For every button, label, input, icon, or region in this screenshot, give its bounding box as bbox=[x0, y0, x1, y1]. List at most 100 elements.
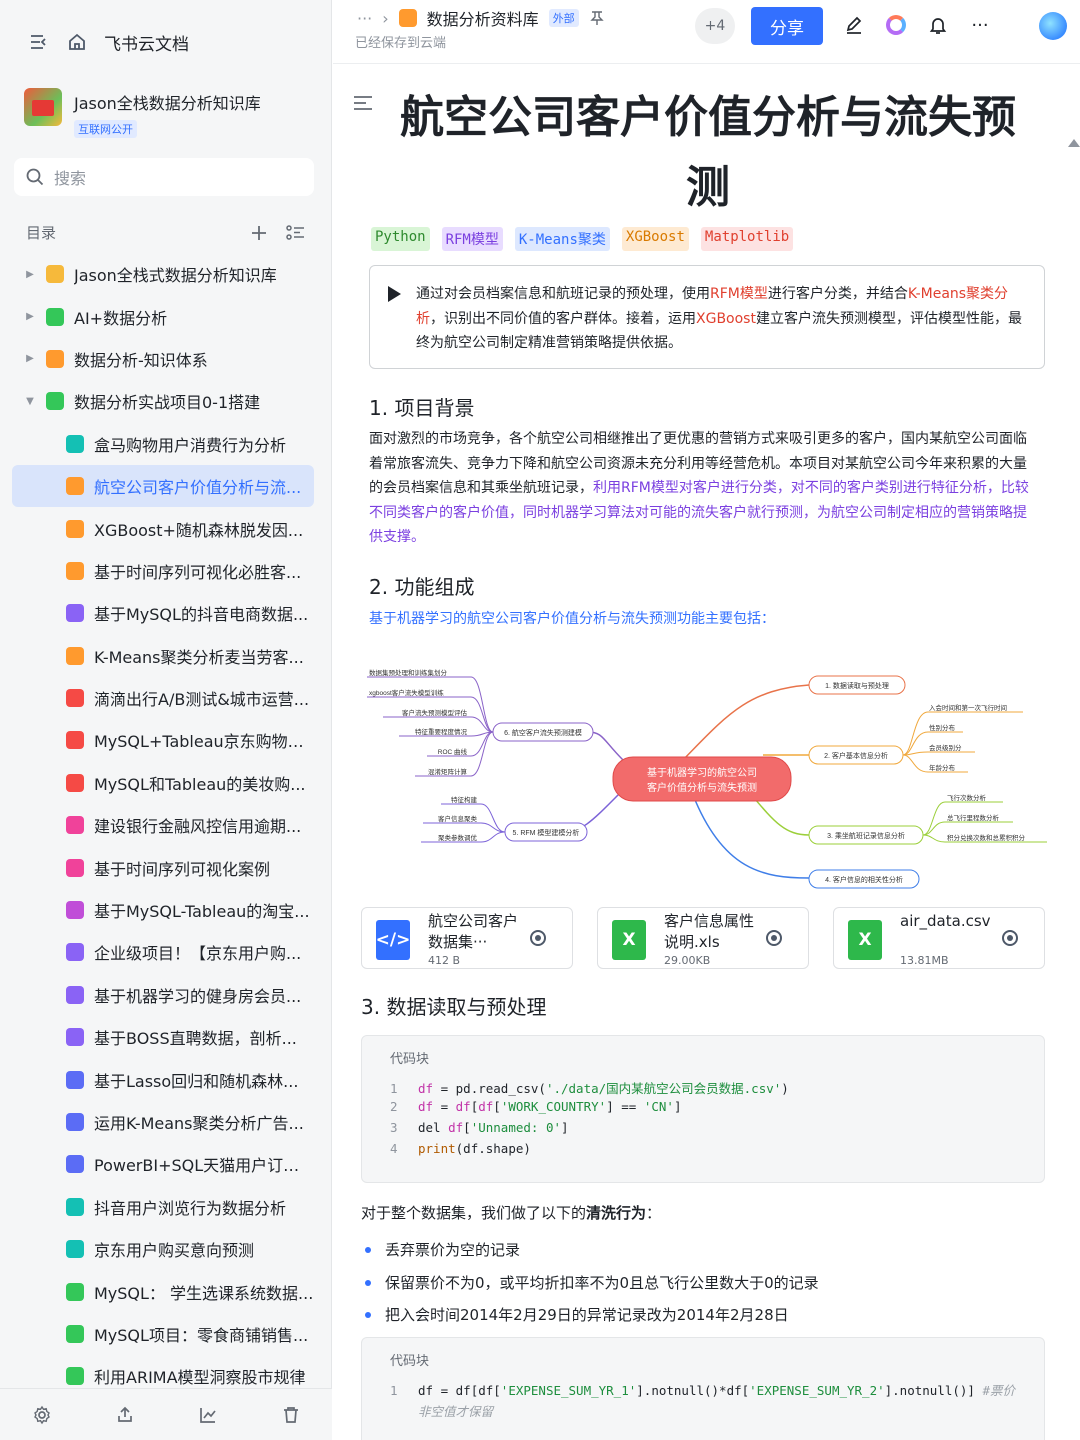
sidebar-tree-item[interactable]: ▼ 数据分析实战项目0-1搭建 bbox=[12, 380, 314, 422]
doc-icon bbox=[66, 1240, 84, 1259]
sidebar-doc-item[interactable]: 企业级项目！【京东用户购... bbox=[12, 931, 314, 973]
b5-leaf-1: 特征构建 bbox=[451, 795, 478, 804]
caret-right-icon[interactable]: ▶ bbox=[22, 269, 38, 280]
sidebar-doc-item[interactable]: 滴滴出行A/B测试&城市运营... bbox=[12, 677, 314, 719]
preview-eye-icon[interactable] bbox=[1002, 930, 1018, 946]
attachment-card[interactable]: </> 航空公司客户数据集··· 412 B bbox=[361, 907, 573, 969]
kb-name: Jason全栈数据分析知识库 bbox=[74, 94, 261, 113]
sidebar-doc-item[interactable]: 运用K-Means聚类分析广告... bbox=[12, 1101, 314, 1143]
doc-icon bbox=[66, 901, 84, 920]
sidebar-doc-item[interactable]: XGBoost+随机森林脱发因... bbox=[12, 507, 314, 549]
b3-leaf-2: 总飞行里程数分析 bbox=[947, 813, 1000, 822]
pin-icon[interactable] bbox=[589, 10, 605, 26]
add-icon[interactable] bbox=[250, 224, 268, 242]
sidebar-doc-label: 运用K-Means聚类分析广告... bbox=[94, 1114, 304, 1133]
sidebar-doc-label: 基于BOSS直聘数据，剖析... bbox=[94, 1029, 297, 1049]
folder-icon bbox=[46, 349, 64, 368]
tech-tag: Matplotlib bbox=[700, 227, 794, 251]
sidebar-doc-item[interactable]: K-Means聚类分析麦当劳客... bbox=[12, 635, 314, 677]
attachment-card[interactable]: Xair_data.csv 13.81MB bbox=[833, 907, 1045, 969]
breadcrumb-doc-title[interactable]: 数据分析资料库 bbox=[427, 6, 539, 30]
settings-icon[interactable] bbox=[32, 1405, 52, 1425]
more-breadcrumb-button[interactable]: ··· bbox=[357, 9, 372, 28]
doc-icon bbox=[66, 773, 84, 792]
sidebar-doc-label: 利用ARIMA模型洞察股市规律 bbox=[94, 1368, 306, 1388]
b2-leaf-4: 年龄分布 bbox=[929, 763, 956, 772]
doc-icon bbox=[66, 858, 84, 877]
b2-leaf-1: 入会时间和第一次飞行时间 bbox=[929, 703, 1007, 712]
sidebar-doc-item[interactable]: 京东用户购买意向预测 bbox=[12, 1228, 314, 1270]
knowledge-base-header[interactable]: Jason全栈数据分析知识库 互联网公开 bbox=[24, 88, 261, 138]
sidebar-doc-item[interactable]: 建设银行金融风控信用逾期... bbox=[12, 804, 314, 846]
notification-bell-icon[interactable] bbox=[927, 14, 949, 36]
sidebar-doc-item-active[interactable]: 航空公司客户价值分析与流... bbox=[12, 464, 314, 508]
sidebar-doc-item[interactable]: 基于时间序列可视化案例 bbox=[12, 846, 314, 888]
analytics-icon[interactable] bbox=[198, 1405, 218, 1425]
doc-icon bbox=[66, 1282, 84, 1301]
doc-icon bbox=[66, 1028, 84, 1047]
list-settings-icon[interactable] bbox=[286, 224, 306, 242]
outline-toggle-icon[interactable] bbox=[353, 95, 373, 116]
home-icon[interactable] bbox=[66, 31, 88, 53]
sidebar-tree-label: AI+数据分析 bbox=[74, 308, 168, 328]
background-paragraph: 面对激烈的市场竞争，各个航空公司相继推出了更优惠的营销方式来吸引更多的客户，国内… bbox=[369, 427, 1039, 550]
page-title: 航空公司客户价值分析与流失预测 bbox=[400, 92, 1016, 213]
preview-eye-icon[interactable] bbox=[530, 930, 546, 946]
sidebar-doc-item[interactable]: PowerBI+SQL天猫用户订单... bbox=[12, 1143, 314, 1185]
sidebar-tree-item[interactable]: ▶ 数据分析-知识体系 bbox=[12, 338, 314, 380]
sidebar-doc-item[interactable]: MySQL和Tableau的美妆购... bbox=[12, 762, 314, 804]
document-body: 航空公司客户价值分析与流失预测 Python RFM模型 K-Means聚类 XGBo… bbox=[333, 65, 1080, 1440]
more-options-icon[interactable]: ··· bbox=[969, 14, 991, 36]
callout-rfm: RFM模型 bbox=[710, 286, 768, 302]
cleaning-intro: 对于整个数据集，我们做了以下的清洗行为： bbox=[361, 1204, 662, 1222]
section-heading-background: 1. 项目背景 bbox=[369, 396, 475, 420]
sidebar-doc-item[interactable]: 基于时间序列可视化必胜客... bbox=[12, 550, 314, 592]
sidebar-doc-item[interactable]: 盒马购物用户消费行为分析 bbox=[12, 423, 314, 465]
doc-icon bbox=[66, 943, 84, 962]
section-heading-features: 2. 功能组成 bbox=[369, 575, 475, 599]
code-line-4: 4 print(df.shape) bbox=[390, 1141, 531, 1156]
preview-eye-icon[interactable] bbox=[766, 930, 782, 946]
sidebar-doc-item[interactable]: 基于Lasso回归和随机森林... bbox=[12, 1058, 314, 1100]
caret-right-icon[interactable]: ▶ bbox=[22, 311, 38, 322]
app-title[interactable]: 飞书云文档 bbox=[104, 30, 189, 55]
sidebar-doc-item[interactable]: MySQL项目：零食商铺销售... bbox=[12, 1313, 314, 1355]
attachment-card[interactable]: X 客户信息属性说明.xls 29.00KB bbox=[597, 907, 809, 969]
code2-line-1: 1 df = df[df['EXPENSE_SUM_YR_1'].notnull(… bbox=[390, 1383, 1015, 1398]
sidebar-doc-item[interactable]: 基于机器学习的健身房会员... bbox=[12, 974, 314, 1016]
code-block-1[interactable]: 代码块 1 df = pd.read_csv('./data/国内某航空公司会员数… bbox=[361, 1035, 1045, 1183]
sidebar-footer bbox=[0, 1388, 332, 1440]
edit-icon[interactable] bbox=[843, 14, 865, 36]
mindmap-branch-4: 4. 客户信息的相关性分析 bbox=[825, 875, 903, 884]
collapse-sidebar-icon[interactable] bbox=[28, 31, 50, 53]
sidebar-doc-label: 基于Lasso回归和随机森林... bbox=[94, 1071, 299, 1091]
sidebar-tree-item[interactable]: ▶ AI+数据分析 bbox=[12, 295, 314, 337]
external-badge: 外部 bbox=[548, 9, 579, 27]
scroll-up-indicator-icon[interactable] bbox=[1068, 137, 1080, 147]
attachment-list: </> 航空公司客户数据集··· 412 B X 客户信息属性说明.xls 29.00KB… bbox=[361, 907, 1045, 969]
sidebar-doc-item[interactable]: MySQL+Tableau京东购物分... bbox=[12, 719, 314, 761]
chevron-right-icon: › bbox=[382, 8, 389, 28]
collaborators-count[interactable]: +4 bbox=[695, 8, 735, 44]
caret-down-icon[interactable]: ▼ bbox=[22, 396, 38, 407]
assistant-avatar-icon[interactable] bbox=[1039, 12, 1067, 40]
top-bar: ··· › 数据分析资料库 外部 已经保存到云端 +4 分享 ··· bbox=[333, 0, 1080, 64]
sidebar-doc-item[interactable]: 基于BOSS直聘数据，剖析... bbox=[12, 1016, 314, 1058]
sidebar-tree-item[interactable]: ▶ Jason全栈式数据分析知识库 bbox=[12, 253, 314, 295]
b6-leaf-5: ROC 曲线 bbox=[438, 747, 468, 756]
share-button[interactable]: 分享 bbox=[751, 7, 823, 45]
sidebar-doc-item[interactable]: 基于MySQL-Tableau的淘宝... bbox=[12, 889, 314, 931]
sidebar-doc-item[interactable]: 抖音用户浏览行为数据分析 bbox=[12, 1186, 314, 1228]
sidebar-doc-item[interactable]: 基于MySQL的抖音电商数据... bbox=[12, 592, 314, 634]
caret-right-icon[interactable]: ▶ bbox=[22, 353, 38, 364]
mindmap-branch-5: 5. RFM 模型建模分析 bbox=[513, 828, 580, 837]
ai-assistant-icon[interactable] bbox=[885, 14, 907, 36]
trash-icon[interactable] bbox=[281, 1405, 301, 1425]
search-input[interactable]: 搜索 bbox=[14, 158, 314, 196]
feature-mindmap: 基于机器学习的航空公司 客户价值分析与流失预测 1. 数据读取与预处理 2. 客… bbox=[367, 668, 1047, 889]
share-out-icon[interactable] bbox=[115, 1405, 135, 1425]
cleaning-list: 丢弃票价为空的记录 保留票价不为0，或平均折扣率不为0且总飞行公里数大于0的记录把… bbox=[361, 1237, 819, 1335]
code-block-2[interactable]: 代码块 1 df = df[df['EXPENSE_SUM_YR_1'].notn… bbox=[361, 1337, 1045, 1440]
sidebar-doc-item[interactable]: MySQL： 学生选课系统数据... bbox=[12, 1270, 314, 1312]
doc-icon bbox=[66, 561, 84, 580]
